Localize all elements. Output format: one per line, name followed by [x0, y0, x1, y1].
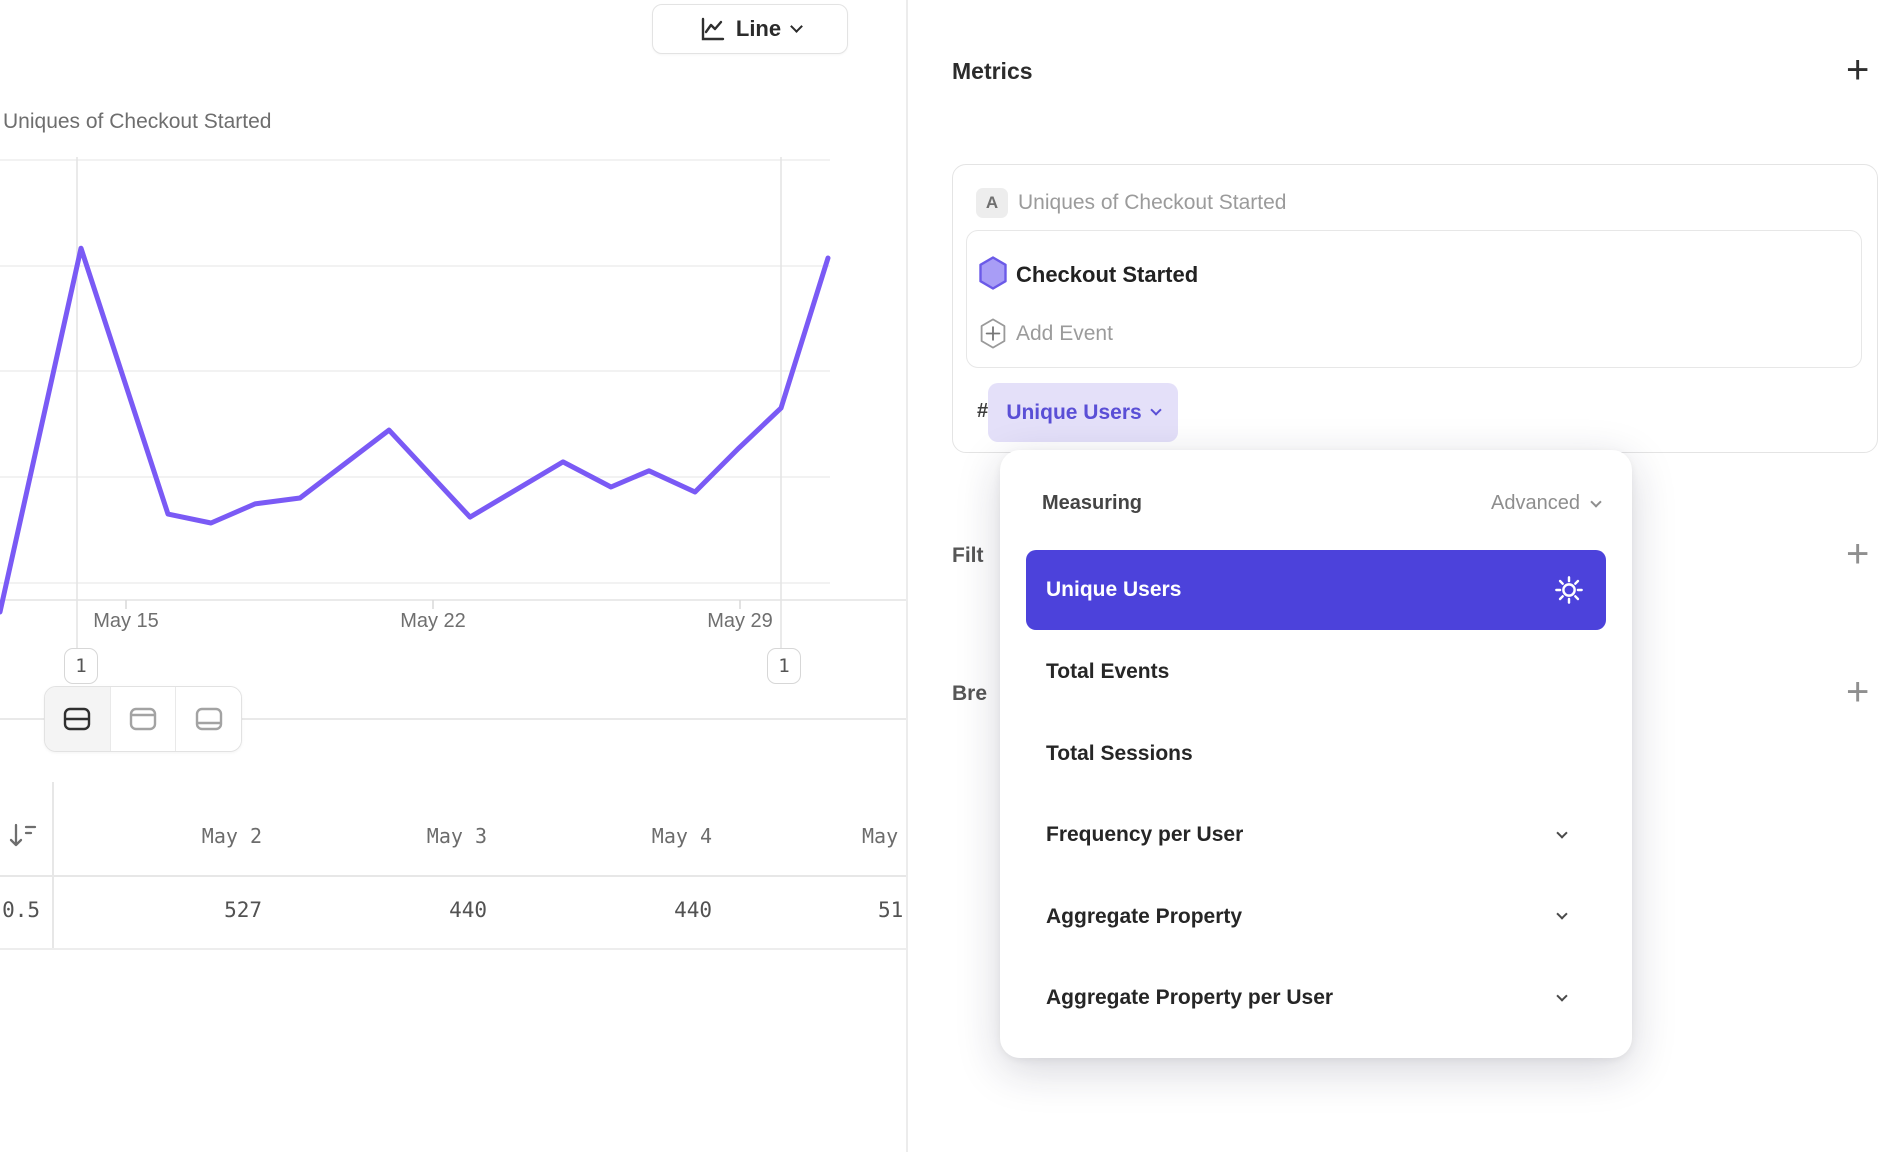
horizontal-gridlines [0, 160, 830, 583]
breakdowns-section-title: Bre [952, 682, 987, 706]
event-name[interactable]: Checkout Started [1016, 262, 1198, 288]
chart-title: Uniques of Checkout Started [3, 110, 272, 134]
table-cell: 51 [878, 898, 903, 922]
measuring-option-label: Frequency per User [1046, 823, 1243, 847]
split-view-icon [62, 706, 92, 732]
measuring-option-label: Total Sessions [1046, 742, 1193, 766]
table-column-divider [52, 782, 54, 949]
aggregation-label: Unique Users [1006, 401, 1141, 425]
x-axis-label: May 22 [363, 610, 503, 633]
measuring-option-total-sessions[interactable]: Total Sessions [1026, 714, 1606, 794]
advanced-mode-label: Advanced [1491, 492, 1580, 515]
add-event-button[interactable]: Add Event [1016, 322, 1113, 346]
series-title[interactable]: Uniques of Checkout Started [1018, 191, 1287, 215]
table-only-icon [194, 706, 224, 732]
add-breakdown-button[interactable]: + [1846, 674, 1869, 710]
measuring-dropdown: Measuring Advanced Unique Users Total Eve… [1000, 450, 1632, 1058]
measuring-option-aggregate-property-per-user[interactable]: Aggregate Property per User [1026, 958, 1606, 1038]
measuring-option-label: Total Events [1046, 660, 1169, 684]
measuring-option-label: Unique Users [1046, 578, 1181, 602]
measuring-dropdown-title: Measuring [1042, 492, 1142, 515]
add-filter-button[interactable]: + [1846, 536, 1869, 572]
x-axis-label: May 15 [56, 610, 196, 633]
layout-switcher [44, 686, 242, 752]
x-axis-label: May 29 [670, 610, 810, 633]
line-chart[interactable] [0, 157, 906, 649]
insights-report: Line Uniques of Checkout Started May 15 M… [0, 0, 1898, 1152]
measuring-option-frequency-per-user[interactable]: Frequency per User [1026, 795, 1606, 875]
line-chart-icon [699, 16, 725, 42]
table-row-divider [0, 948, 906, 950]
table-header-divider [0, 875, 906, 877]
measuring-option-total-events[interactable]: Total Events [1026, 632, 1606, 712]
measuring-option-aggregate-property[interactable]: Aggregate Property [1026, 877, 1606, 957]
table-frozen-cell: 0.5 [0, 898, 40, 922]
layout-split-view-button[interactable] [45, 687, 110, 751]
chart-series-line [0, 248, 828, 612]
table-column-header: May 2 [102, 824, 262, 848]
series-letter-badge: A [976, 188, 1008, 218]
add-metric-button[interactable]: + [1846, 52, 1869, 88]
annotation-lines [77, 157, 781, 648]
aggregation-selector[interactable]: Unique Users [988, 383, 1178, 442]
chart-type-label: Line [736, 16, 781, 42]
x-axis-ticks [126, 600, 740, 609]
chevron-down-icon [790, 20, 803, 33]
table-cell: 440 [552, 898, 712, 922]
event-hexagon-icon [979, 256, 1007, 290]
chevron-down-icon [1590, 496, 1601, 507]
chart-panel: Line Uniques of Checkout Started May 15 M… [0, 0, 906, 1152]
aggregation-prefix: # [977, 400, 988, 423]
sort-descending-icon[interactable] [8, 820, 38, 850]
layout-chart-only-button[interactable] [110, 687, 176, 751]
events-box [966, 230, 1862, 368]
table-column-header: May [862, 824, 898, 848]
measuring-option-label: Aggregate Property [1046, 905, 1242, 929]
chart-type-button[interactable]: Line [652, 4, 848, 54]
gear-icon[interactable] [1554, 575, 1584, 605]
chevron-down-icon [1556, 908, 1567, 919]
panel-divider [906, 0, 908, 1152]
annotation-marker[interactable]: 1 [64, 648, 98, 684]
layout-table-only-button[interactable] [175, 687, 241, 751]
advanced-mode-toggle[interactable]: Advanced [1491, 492, 1600, 515]
add-event-hexagon-plus-icon[interactable] [980, 318, 1006, 349]
measuring-option-label: Aggregate Property per User [1046, 986, 1333, 1010]
chevron-down-icon [1556, 990, 1567, 1001]
chart-only-icon [128, 706, 158, 732]
table-cell: 440 [327, 898, 487, 922]
table-cell: 527 [102, 898, 262, 922]
chevron-down-icon [1556, 827, 1567, 838]
chevron-down-icon [1150, 404, 1161, 415]
table-column-header: May 3 [327, 824, 487, 848]
annotation-marker[interactable]: 1 [767, 648, 801, 684]
filters-section-title: Filt [952, 544, 984, 568]
measuring-option-unique-users[interactable]: Unique Users [1026, 550, 1606, 630]
metrics-section-title: Metrics [952, 58, 1033, 85]
table-column-header: May 4 [552, 824, 712, 848]
